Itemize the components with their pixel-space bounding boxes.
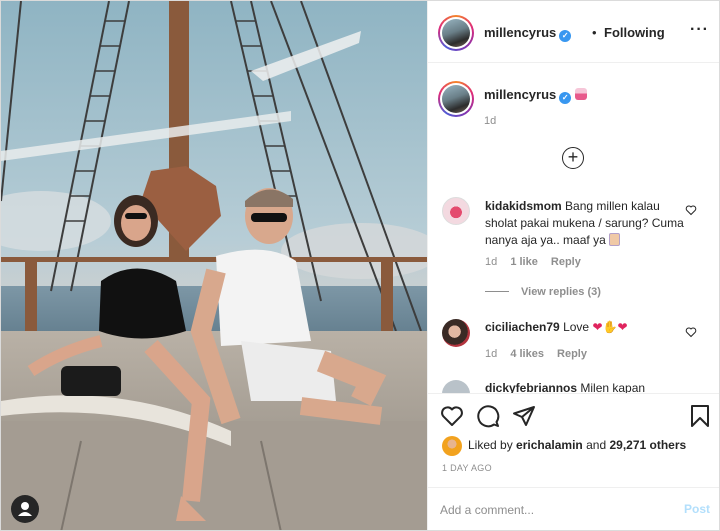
more-horizontal-icon[interactable]: ··· [690, 21, 709, 39]
post-photo[interactable] [1, 1, 427, 530]
following-button[interactable]: Following [604, 25, 665, 40]
heart-icon[interactable] [440, 404, 464, 428]
post-date[interactable]: 1 DAY AGO [442, 463, 492, 473]
author-avatar[interactable] [438, 15, 474, 51]
comment-meta: 1d 4 likes Reply [485, 348, 597, 360]
post-side-panel: millencyrus ✓ • Following ··· millencyrus… [427, 1, 719, 530]
view-replies-button[interactable]: View replies (3) [485, 286, 601, 298]
post-actions: Liked by erichalamin and 29,271 others 1… [428, 393, 719, 487]
comment-username[interactable]: kidakidsmom [485, 199, 562, 213]
replies-divider [485, 291, 509, 292]
add-comment-input[interactable] [440, 500, 670, 520]
photo-illustration [1, 1, 427, 530]
likes-others-link[interactable]: 29,271 others [609, 438, 686, 452]
comment-time[interactable]: 1d [485, 256, 497, 268]
commenter-avatar[interactable] [442, 319, 470, 347]
comment: dickyfebriannos Milen kapan [485, 380, 685, 394]
red-heart-emoji: ❤ [617, 320, 628, 334]
post-comment-button[interactable]: Post [684, 502, 710, 516]
verified-badge-icon: ✓ [559, 92, 572, 104]
view-replies-label: View replies (3) [521, 286, 601, 298]
instagram-post-window: millencyrus ✓ • Following ··· millencyrus… [0, 0, 720, 531]
birthday-cake-emoji [575, 88, 588, 100]
bookmark-icon[interactable] [688, 404, 712, 428]
caption-avatar[interactable] [438, 81, 474, 117]
comment-likes[interactable]: 4 likes [510, 348, 544, 360]
comment-meta: 1d 1 like Reply [485, 256, 591, 268]
commenter-avatar[interactable] [442, 197, 470, 225]
comment-likes[interactable]: 1 like [510, 256, 538, 268]
comment-like-heart-icon[interactable] [685, 204, 697, 216]
add-comment-bar: Post [428, 487, 719, 530]
comment-reply-button[interactable]: Reply [551, 256, 581, 268]
author-username[interactable]: millencyrus [484, 25, 556, 40]
header-separator: • [592, 25, 597, 40]
comment-username[interactable]: ciciliachen79 [485, 320, 560, 334]
liker-username[interactable]: erichalamin [516, 438, 583, 452]
plus-circle-icon[interactable]: + [562, 147, 584, 169]
post-header: millencyrus ✓ • Following ··· [428, 1, 719, 63]
caption-username[interactable]: millencyrus [484, 87, 556, 102]
likes-suffix: and [586, 438, 607, 452]
red-heart-emoji: ❤ [592, 320, 603, 334]
author-username-link[interactable]: millencyrus ✓ [484, 25, 572, 42]
comment-body: Love [563, 320, 590, 334]
comment-time[interactable]: 1d [485, 348, 497, 360]
paper-plane-icon[interactable] [512, 404, 536, 428]
hand-emoji: ✋ [602, 320, 618, 334]
comment-reply-button[interactable]: Reply [557, 348, 587, 360]
folded-hands-emoji [609, 233, 621, 246]
comment: ciciliachen79 Love ❤✋❤ [485, 319, 685, 336]
verified-badge-icon: ✓ [559, 30, 572, 42]
likes-prefix: Liked by [468, 438, 513, 452]
tagged-user-icon[interactable] [11, 495, 39, 523]
caption-time[interactable]: 1d [484, 115, 496, 127]
likes-summary: Liked by erichalamin and 29,271 others [468, 438, 686, 452]
comment-like-heart-icon[interactable] [685, 326, 697, 338]
liker-avatar[interactable] [442, 436, 462, 456]
comment: kidakidsmom Bang millen kalau sholat pak… [485, 198, 685, 249]
comment-icon[interactable] [476, 404, 500, 428]
caption-author: millencyrus ✓ [484, 87, 588, 104]
